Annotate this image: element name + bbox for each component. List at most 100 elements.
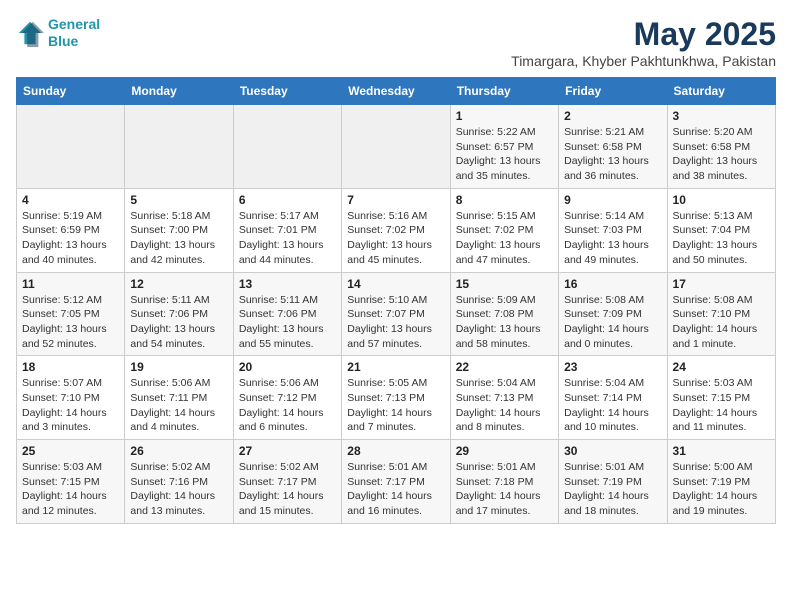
header-cell-thursday: Thursday: [450, 78, 558, 105]
day-cell: 8 Sunrise: 5:15 AMSunset: 7:02 PMDaylight…: [450, 188, 558, 272]
page-header: General Blue May 2025 Timargara, Khyber …: [16, 16, 776, 69]
day-info: Sunrise: 5:01 AMSunset: 7:17 PMDaylight:…: [347, 460, 444, 519]
day-cell: 11Sunrise: 5:12 AMSunset: 7:05 PMDayligh…: [17, 272, 125, 356]
day-info: Sunrise: 5:01 AMSunset: 7:18 PMDaylight:…: [456, 460, 553, 519]
day-info: Sunrise: 5:04 AMSunset: 7:13 PMDaylight:…: [456, 376, 553, 435]
month-year: May 2025: [511, 16, 776, 53]
day-info: Sunrise: 5:11 AMSunset: 7:06 PMDaylight:…: [239, 293, 336, 352]
calendar-body: 1 Sunrise: 5:22 AMSunset: 6:57 PMDaylight…: [17, 105, 776, 524]
day-cell: 16 Sunrise: 5:08 AMSunset: 7:09 PMDayligh…: [559, 272, 667, 356]
header-cell-sunday: Sunday: [17, 78, 125, 105]
day-cell: [342, 105, 450, 189]
day-cell: 1 Sunrise: 5:22 AMSunset: 6:57 PMDaylight…: [450, 105, 558, 189]
day-number: 26: [130, 444, 227, 458]
day-number: 20: [239, 360, 336, 374]
day-cell: 22 Sunrise: 5:04 AMSunset: 7:13 PMDayligh…: [450, 356, 558, 440]
day-info: Sunrise: 5:20 AMSunset: 6:58 PMDaylight:…: [673, 125, 770, 184]
title-block: May 2025 Timargara, Khyber Pakhtunkhwa, …: [511, 16, 776, 69]
day-number: 27: [239, 444, 336, 458]
header-cell-tuesday: Tuesday: [233, 78, 341, 105]
day-cell: 26 Sunrise: 5:02 AMSunset: 7:16 PMDayligh…: [125, 440, 233, 524]
day-info: Sunrise: 5:13 AMSunset: 7:04 PMDaylight:…: [673, 209, 770, 268]
day-cell: 7Sunrise: 5:16 AMSunset: 7:02 PMDaylight…: [342, 188, 450, 272]
day-number: 23: [564, 360, 661, 374]
day-number: 8: [456, 193, 553, 207]
day-number: 24: [673, 360, 770, 374]
day-info: Sunrise: 5:02 AMSunset: 7:17 PMDaylight:…: [239, 460, 336, 519]
day-info: Sunrise: 5:22 AMSunset: 6:57 PMDaylight:…: [456, 125, 553, 184]
day-number: 12: [130, 277, 227, 291]
day-number: 5: [130, 193, 227, 207]
day-number: 10: [673, 193, 770, 207]
day-info: Sunrise: 5:02 AMSunset: 7:16 PMDaylight:…: [130, 460, 227, 519]
day-info: Sunrise: 5:05 AMSunset: 7:13 PMDaylight:…: [347, 376, 444, 435]
day-cell: 31Sunrise: 5:00 AMSunset: 7:19 PMDayligh…: [667, 440, 775, 524]
day-cell: 4 Sunrise: 5:19 AMSunset: 6:59 PMDaylight…: [17, 188, 125, 272]
header-cell-friday: Friday: [559, 78, 667, 105]
day-info: Sunrise: 5:06 AMSunset: 7:11 PMDaylight:…: [130, 376, 227, 435]
day-number: 13: [239, 277, 336, 291]
day-cell: 24 Sunrise: 5:03 AMSunset: 7:15 PMDayligh…: [667, 356, 775, 440]
day-number: 16: [564, 277, 661, 291]
day-cell: 15 Sunrise: 5:09 AMSunset: 7:08 PMDayligh…: [450, 272, 558, 356]
week-row-2: 4 Sunrise: 5:19 AMSunset: 6:59 PMDaylight…: [17, 188, 776, 272]
day-cell: [233, 105, 341, 189]
day-cell: 21 Sunrise: 5:05 AMSunset: 7:13 PMDayligh…: [342, 356, 450, 440]
day-info: Sunrise: 5:03 AMSunset: 7:15 PMDaylight:…: [22, 460, 119, 519]
day-number: 15: [456, 277, 553, 291]
day-number: 22: [456, 360, 553, 374]
day-info: Sunrise: 5:03 AMSunset: 7:15 PMDaylight:…: [673, 376, 770, 435]
day-number: 1: [456, 109, 553, 123]
day-cell: 23 Sunrise: 5:04 AMSunset: 7:14 PMDayligh…: [559, 356, 667, 440]
day-cell: 29 Sunrise: 5:01 AMSunset: 7:18 PMDayligh…: [450, 440, 558, 524]
day-cell: 6 Sunrise: 5:17 AMSunset: 7:01 PMDaylight…: [233, 188, 341, 272]
day-cell: [17, 105, 125, 189]
day-cell: 25Sunrise: 5:03 AMSunset: 7:15 PMDayligh…: [17, 440, 125, 524]
week-row-1: 1 Sunrise: 5:22 AMSunset: 6:57 PMDaylight…: [17, 105, 776, 189]
day-cell: 9 Sunrise: 5:14 AMSunset: 7:03 PMDaylight…: [559, 188, 667, 272]
day-number: 31: [673, 444, 770, 458]
day-info: Sunrise: 5:08 AMSunset: 7:09 PMDaylight:…: [564, 293, 661, 352]
logo-text: General Blue: [48, 16, 100, 50]
week-row-3: 11Sunrise: 5:12 AMSunset: 7:05 PMDayligh…: [17, 272, 776, 356]
day-info: Sunrise: 5:07 AMSunset: 7:10 PMDaylight:…: [22, 376, 119, 435]
day-cell: 3Sunrise: 5:20 AMSunset: 6:58 PMDaylight…: [667, 105, 775, 189]
day-cell: 30Sunrise: 5:01 AMSunset: 7:19 PMDayligh…: [559, 440, 667, 524]
logo: General Blue: [16, 16, 100, 50]
day-number: 29: [456, 444, 553, 458]
day-info: Sunrise: 5:14 AMSunset: 7:03 PMDaylight:…: [564, 209, 661, 268]
week-row-4: 18 Sunrise: 5:07 AMSunset: 7:10 PMDayligh…: [17, 356, 776, 440]
day-cell: 19 Sunrise: 5:06 AMSunset: 7:11 PMDayligh…: [125, 356, 233, 440]
day-cell: 2Sunrise: 5:21 AMSunset: 6:58 PMDaylight…: [559, 105, 667, 189]
day-cell: 12Sunrise: 5:11 AMSunset: 7:06 PMDayligh…: [125, 272, 233, 356]
day-info: Sunrise: 5:17 AMSunset: 7:01 PMDaylight:…: [239, 209, 336, 268]
logo-line1: General: [48, 16, 100, 32]
day-number: 21: [347, 360, 444, 374]
logo-line2: Blue: [48, 33, 78, 49]
day-info: Sunrise: 5:21 AMSunset: 6:58 PMDaylight:…: [564, 125, 661, 184]
day-number: 18: [22, 360, 119, 374]
day-number: 9: [564, 193, 661, 207]
day-number: 6: [239, 193, 336, 207]
day-number: 19: [130, 360, 227, 374]
day-cell: 10 Sunrise: 5:13 AMSunset: 7:04 PMDayligh…: [667, 188, 775, 272]
day-number: 11: [22, 277, 119, 291]
day-number: 17: [673, 277, 770, 291]
day-info: Sunrise: 5:08 AMSunset: 7:10 PMDaylight:…: [673, 293, 770, 352]
location: Timargara, Khyber Pakhtunkhwa, Pakistan: [511, 53, 776, 69]
day-cell: 27 Sunrise: 5:02 AMSunset: 7:17 PMDayligh…: [233, 440, 341, 524]
day-cell: 28 Sunrise: 5:01 AMSunset: 7:17 PMDayligh…: [342, 440, 450, 524]
day-info: Sunrise: 5:15 AMSunset: 7:02 PMDaylight:…: [456, 209, 553, 268]
day-cell: 5 Sunrise: 5:18 AMSunset: 7:00 PMDaylight…: [125, 188, 233, 272]
day-number: 28: [347, 444, 444, 458]
day-info: Sunrise: 5:04 AMSunset: 7:14 PMDaylight:…: [564, 376, 661, 435]
day-info: Sunrise: 5:09 AMSunset: 7:08 PMDaylight:…: [456, 293, 553, 352]
day-info: Sunrise: 5:10 AMSunset: 7:07 PMDaylight:…: [347, 293, 444, 352]
day-number: 4: [22, 193, 119, 207]
week-row-5: 25Sunrise: 5:03 AMSunset: 7:15 PMDayligh…: [17, 440, 776, 524]
day-info: Sunrise: 5:16 AMSunset: 7:02 PMDaylight:…: [347, 209, 444, 268]
day-info: Sunrise: 5:19 AMSunset: 6:59 PMDaylight:…: [22, 209, 119, 268]
calendar-table: SundayMondayTuesdayWednesdayThursdayFrid…: [16, 77, 776, 524]
day-info: Sunrise: 5:18 AMSunset: 7:00 PMDaylight:…: [130, 209, 227, 268]
day-cell: 20Sunrise: 5:06 AMSunset: 7:12 PMDayligh…: [233, 356, 341, 440]
